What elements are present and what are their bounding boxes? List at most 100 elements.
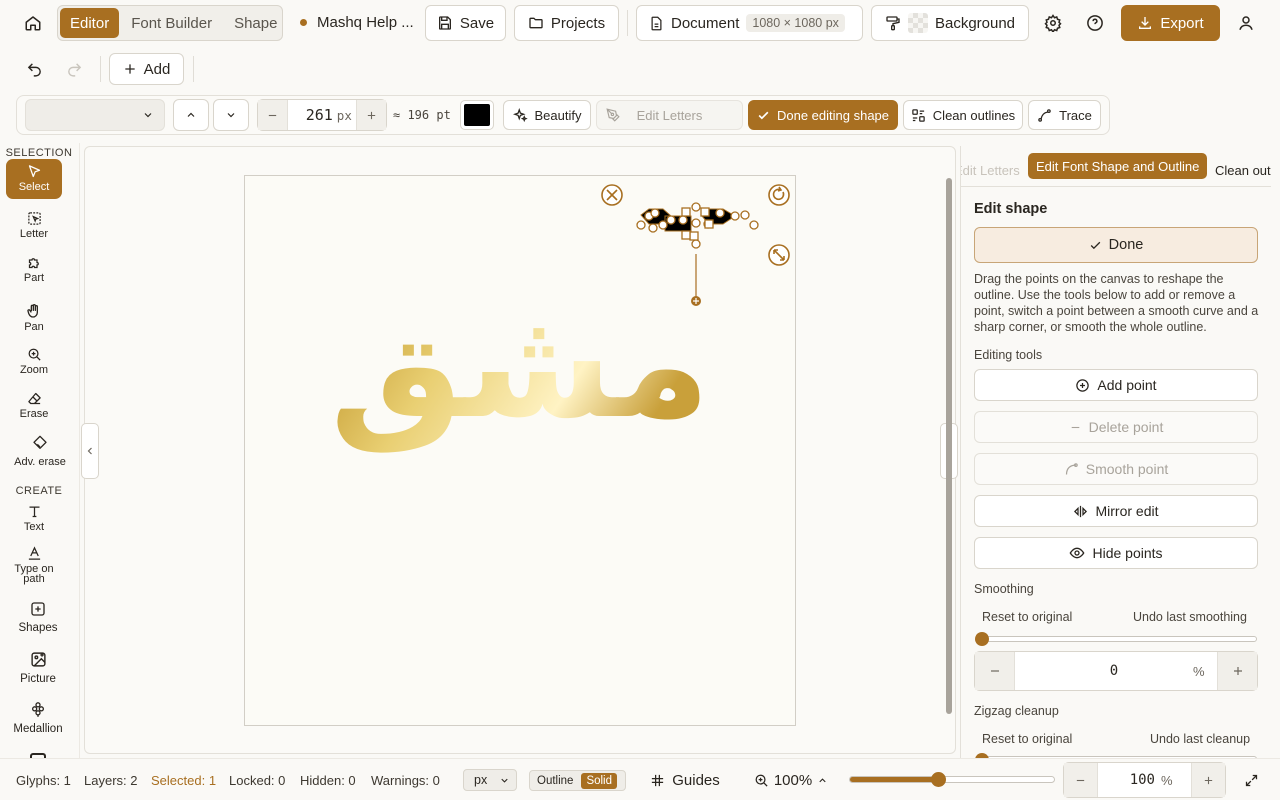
- beautify-button[interactable]: Beautify: [503, 100, 591, 130]
- decrease-size-button[interactable]: [258, 100, 288, 130]
- done-button[interactable]: Done: [974, 227, 1258, 263]
- tab-font-builder[interactable]: Font Builder: [121, 8, 222, 38]
- edit-letters-button[interactable]: Edit Letters: [596, 100, 743, 130]
- text-icon: [29, 506, 39, 518]
- smoothing-increase-button[interactable]: [1217, 652, 1257, 690]
- medallion-tool[interactable]: Medallion: [4, 701, 72, 735]
- adv-erase-tool[interactable]: Adv. erase: [6, 435, 74, 468]
- smoothing-decrease-button[interactable]: [975, 652, 1015, 690]
- smoothing-stepper: 0 %: [974, 651, 1258, 691]
- zoom-stepper: 100 %: [1063, 762, 1226, 798]
- properties-panel: Edit Letters Edit Font Shape and Outline…: [960, 146, 1280, 758]
- zoom-value-input[interactable]: 100: [1098, 772, 1161, 788]
- user-icon: [1237, 14, 1255, 32]
- done-editing-shape-button[interactable]: Done editing shape: [748, 100, 898, 130]
- home-button[interactable]: [17, 7, 49, 39]
- solid-mode-option[interactable]: Solid: [581, 772, 618, 789]
- undo-cleanup-link[interactable]: Undo last cleanup: [1150, 732, 1250, 746]
- tab-editor[interactable]: Editor: [60, 8, 120, 38]
- tab-shape-builder[interactable]: Shape Builder: [224, 8, 282, 38]
- glyph-count: Glyphs: 1: [16, 773, 71, 788]
- redo-button[interactable]: [60, 54, 88, 84]
- select-tool[interactable]: Select: [6, 159, 62, 199]
- image-plus-icon: [30, 652, 46, 667]
- mirror-edit-button[interactable]: Mirror edit: [974, 495, 1258, 527]
- zoom-slider-handle[interactable]: [930, 772, 946, 787]
- erase-tool[interactable]: Erase: [0, 391, 68, 420]
- zoom-slider-track[interactable]: [849, 776, 1055, 783]
- account-button[interactable]: [1232, 7, 1260, 39]
- guides-toggle[interactable]: Guides: [648, 766, 722, 794]
- document-icon: [649, 16, 664, 31]
- panel-section-title: Edit shape: [974, 201, 1048, 217]
- plus-icon: [123, 62, 137, 76]
- fill-color-swatch[interactable]: [460, 100, 494, 130]
- smooth-point-label: Smooth point: [1085, 461, 1169, 477]
- picture-tool[interactable]: Picture: [4, 651, 72, 685]
- reset-cleanup-link[interactable]: Reset to original: [982, 732, 1072, 746]
- smoothing-value[interactable]: 0: [1015, 663, 1193, 679]
- panel-tab-clean-outlines[interactable]: Clean out: [1207, 153, 1279, 187]
- text-tool[interactable]: Text: [0, 504, 68, 533]
- help-button[interactable]: [1081, 7, 1109, 39]
- delete-point-button[interactable]: Delete point: [974, 411, 1258, 443]
- undo-button[interactable]: [20, 54, 48, 84]
- undo-smoothing-link[interactable]: Undo last smoothing: [1133, 610, 1247, 624]
- font-size-input[interactable]: 261: [288, 106, 333, 124]
- smooth-point-button[interactable]: Smooth point: [974, 453, 1258, 485]
- point-size-readout: ≈ 196 pt: [393, 108, 451, 122]
- letter-tool[interactable]: Letter: [0, 211, 68, 240]
- projects-button[interactable]: Projects: [514, 5, 619, 41]
- clean-outlines-button[interactable]: Clean outlines: [903, 100, 1023, 130]
- scale-shape-handle[interactable]: [768, 244, 790, 266]
- calligraphy-artwork[interactable]: مشق: [330, 278, 711, 453]
- hide-points-button[interactable]: Hide points: [974, 537, 1258, 569]
- zoom-menu[interactable]: 100%: [748, 766, 834, 794]
- delete-shape-handle[interactable]: [601, 184, 623, 206]
- artboard[interactable]: مشق: [244, 175, 796, 726]
- panel-tab-edit-letters[interactable]: Edit Letters: [961, 153, 1028, 187]
- next-font-button[interactable]: [213, 99, 249, 131]
- outline-mode-option[interactable]: Outline: [531, 775, 579, 787]
- export-button[interactable]: Export: [1121, 5, 1220, 41]
- part-tool[interactable]: Part: [0, 255, 68, 284]
- check-icon: [757, 109, 770, 122]
- background-button[interactable]: Background: [871, 5, 1029, 41]
- add-button[interactable]: Add: [109, 53, 184, 85]
- previous-font-button[interactable]: [173, 99, 209, 131]
- smoothing-slider-track[interactable]: [978, 636, 1257, 642]
- add-point-button[interactable]: Add point: [974, 369, 1258, 401]
- mode-tabs: Editor Font Builder Shape Builder: [57, 5, 283, 41]
- rotate-shape-handle[interactable]: [768, 184, 790, 206]
- font-select[interactable]: [25, 99, 165, 131]
- increase-size-button[interactable]: [356, 100, 386, 130]
- type-on-path-tool[interactable]: Type on path: [0, 546, 68, 585]
- canvas-scrollbar[interactable]: [946, 178, 952, 714]
- panel-tab-edit-font-shape[interactable]: Edit Font Shape and Outline: [1028, 153, 1208, 179]
- unit-select[interactable]: px: [463, 769, 517, 791]
- save-label: Save: [459, 14, 495, 32]
- shapes-tool[interactable]: Shapes: [4, 601, 72, 634]
- project-name[interactable]: Mashq Help ...: [317, 14, 414, 31]
- collapse-left-panel-button[interactable]: [81, 423, 99, 479]
- document-button[interactable]: Document 1080 × 1080 px: [636, 5, 863, 41]
- outline-points[interactable]: [636, 202, 759, 249]
- trace-button[interactable]: Trace: [1028, 100, 1101, 130]
- zoom-in-button[interactable]: [1191, 763, 1225, 797]
- trace-label: Trace: [1059, 107, 1092, 123]
- reset-smoothing-link[interactable]: Reset to original: [982, 610, 1072, 624]
- sparkles-icon: [512, 107, 528, 123]
- done-label: Done: [1108, 237, 1144, 253]
- letter-tool-label: Letter: [19, 228, 49, 240]
- smoothing-slider-handle[interactable]: [975, 632, 989, 646]
- pan-tool[interactable]: Pan: [0, 303, 68, 333]
- save-button[interactable]: Save: [425, 5, 506, 41]
- fullscreen-button[interactable]: [1238, 766, 1264, 794]
- guides-label: Guides: [672, 771, 720, 789]
- background-label: Background: [934, 14, 1016, 32]
- zoom-out-button[interactable]: [1064, 763, 1098, 797]
- chevron-down-icon: [142, 109, 154, 121]
- settings-button[interactable]: [1039, 7, 1067, 39]
- undo-icon: [26, 61, 43, 78]
- zoom-tool[interactable]: Zoom: [0, 347, 68, 376]
